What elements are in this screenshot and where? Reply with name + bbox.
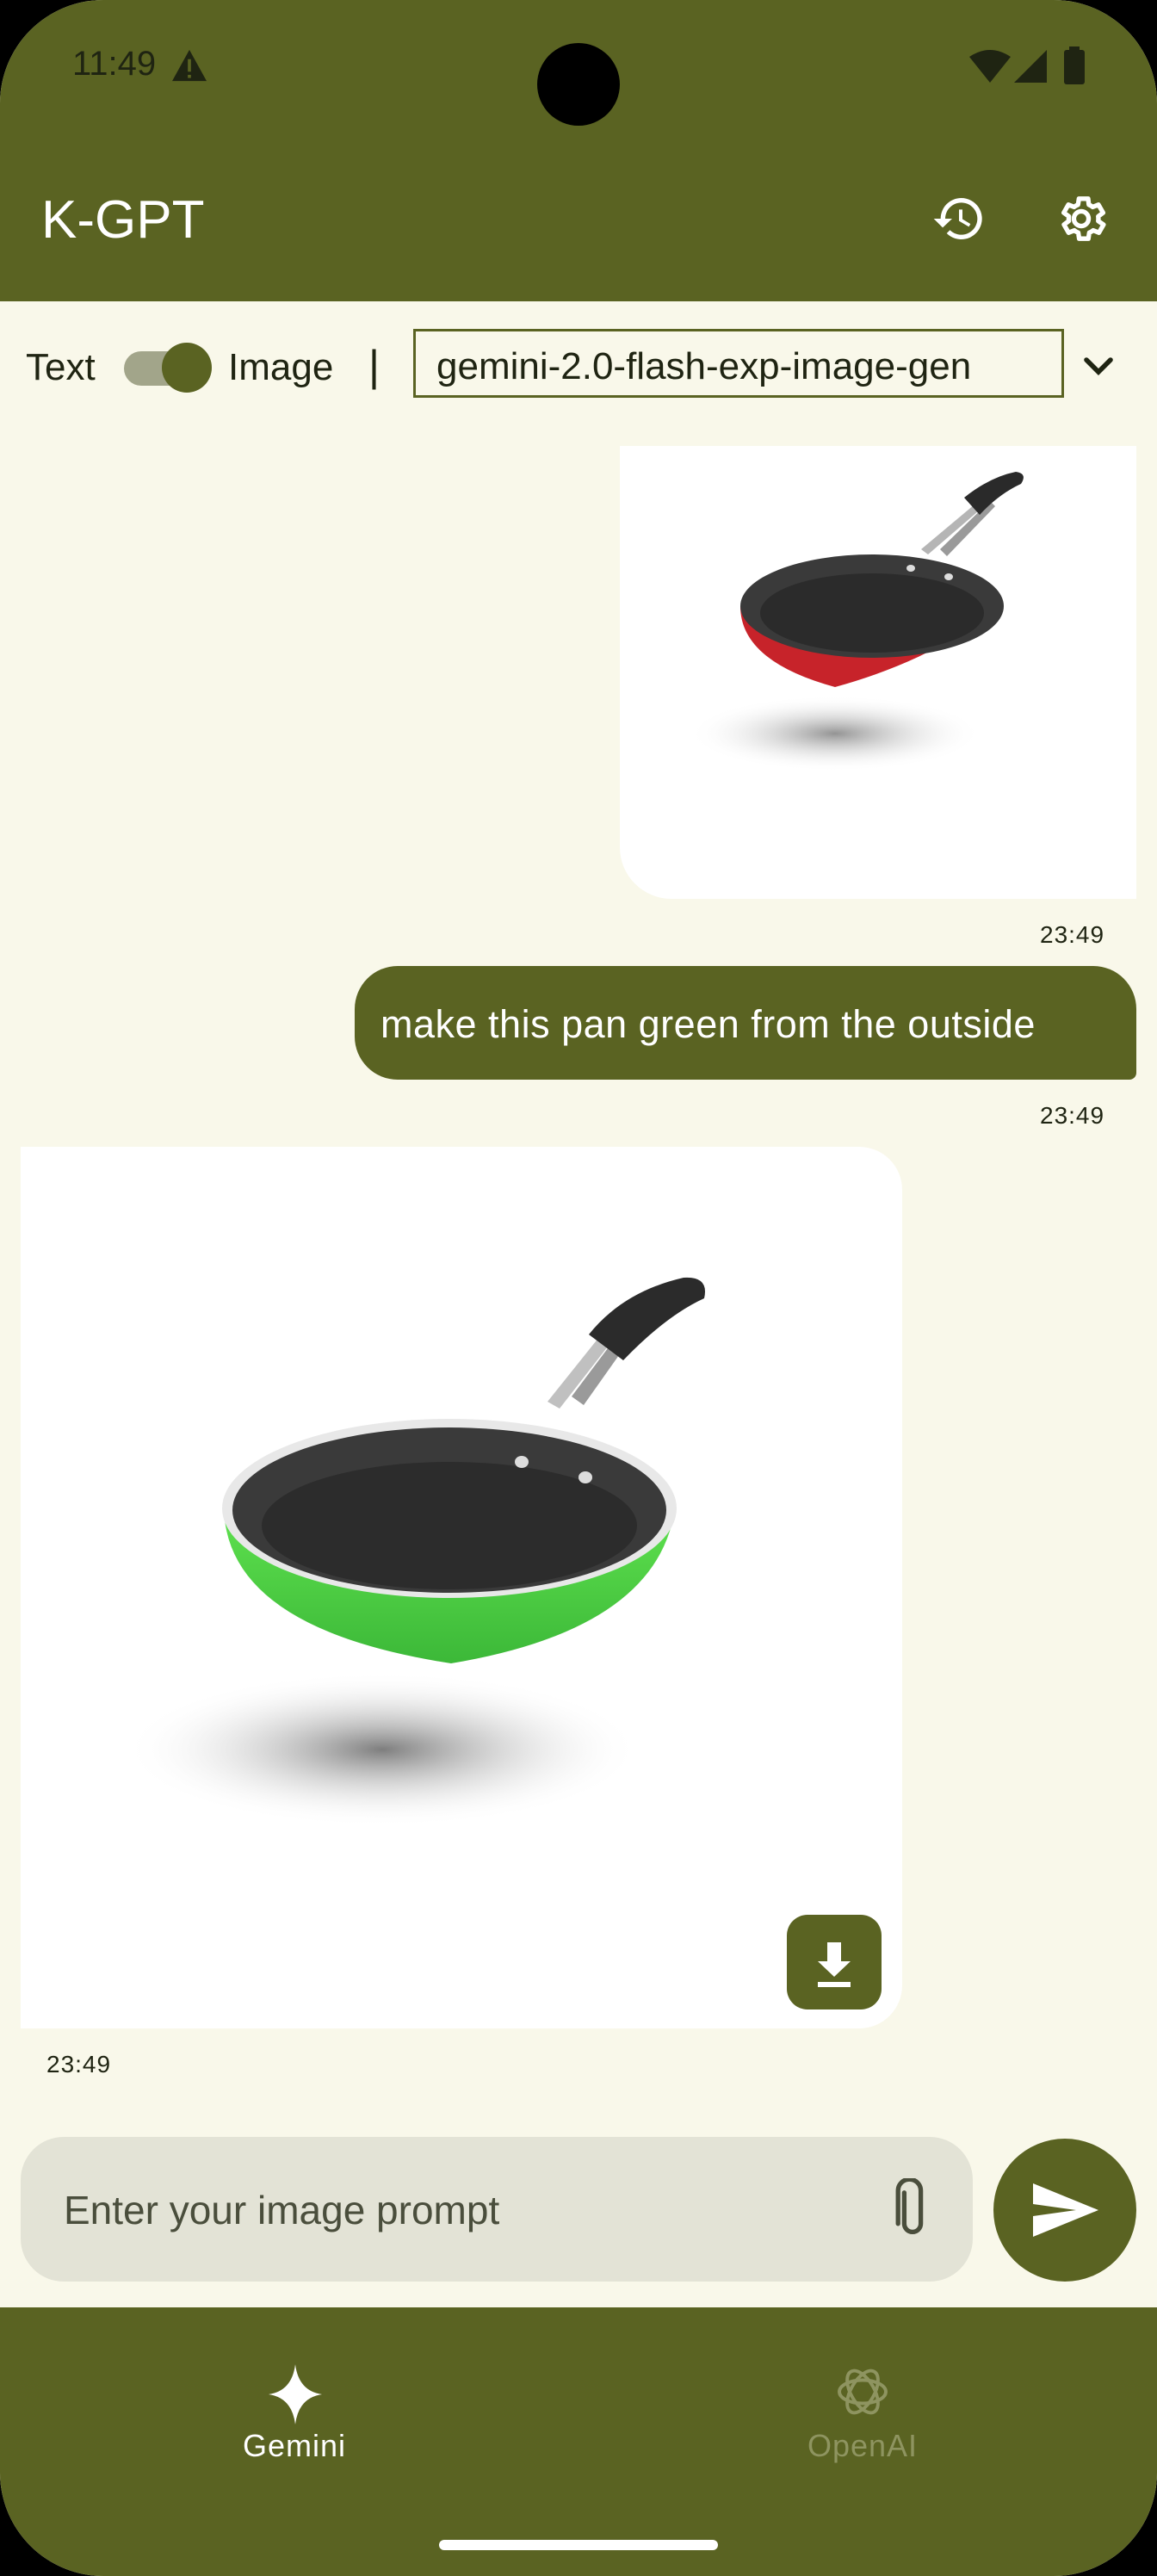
message-time: 23:49 (46, 2051, 112, 2078)
text-image-toggle[interactable] (121, 343, 212, 393)
user-message-text: make this pan green from the outside (381, 1002, 1036, 1046)
phone-screen: 11:49 K-GPT Text Image | gemini-2.0-flas… (0, 0, 1157, 2576)
user-image-message[interactable] (620, 446, 1136, 899)
send-button[interactable] (993, 2139, 1136, 2282)
model-image-message[interactable] (21, 1147, 902, 2028)
separator: | (368, 342, 380, 390)
camera-cutout (537, 43, 620, 126)
nav-gemini-label: Gemini (242, 2428, 347, 2463)
image-mode-label: Image (228, 346, 334, 388)
nav-gemini[interactable]: Gemini (165, 2307, 424, 2480)
battery-icon (1064, 46, 1085, 84)
app-bar: 11:49 K-GPT (0, 0, 1157, 301)
attach-icon[interactable] (887, 2178, 938, 2240)
prompt-input[interactable] (62, 2175, 840, 2245)
mode-row: Text Image | gemini-2.0-flash-exp-image-… (0, 327, 1157, 405)
download-icon (818, 1942, 851, 1987)
wifi-icon (969, 50, 1011, 83)
history-icon[interactable] (931, 191, 987, 246)
green-pan-image (124, 1277, 705, 1827)
text-mode-label: Text (26, 346, 96, 388)
chevron-down-icon[interactable] (1078, 346, 1119, 387)
message-time: 23:49 (1040, 921, 1105, 948)
gesture-bar (439, 2540, 718, 2550)
toggle-thumb (162, 343, 212, 393)
user-text-message[interactable]: make this pan green from the outside (355, 966, 1136, 1080)
bottom-navigation: Gemini OpenAI (0, 2307, 1157, 2576)
model-selector[interactable]: gemini-2.0-flash-exp-image-gen (413, 329, 1064, 398)
nav-openai-label: OpenAI (807, 2428, 919, 2463)
status-time: 11:49 (72, 45, 157, 83)
settings-gear-icon[interactable] (1054, 191, 1109, 246)
red-pan-image (689, 472, 1024, 771)
send-icon (1033, 2183, 1098, 2237)
model-selected-value: gemini-2.0-flash-exp-image-gen (436, 345, 972, 387)
warning-icon (172, 49, 207, 82)
signal-icon (1014, 50, 1047, 83)
app-title: K-GPT (41, 190, 205, 250)
prompt-input-container (21, 2137, 973, 2282)
openai-logo-icon (838, 2369, 888, 2415)
nav-openai[interactable]: OpenAI (733, 2307, 992, 2480)
download-button[interactable] (787, 1915, 882, 2009)
message-time: 23:49 (1040, 1102, 1105, 1129)
gemini-sparkle-icon (269, 2364, 322, 2424)
